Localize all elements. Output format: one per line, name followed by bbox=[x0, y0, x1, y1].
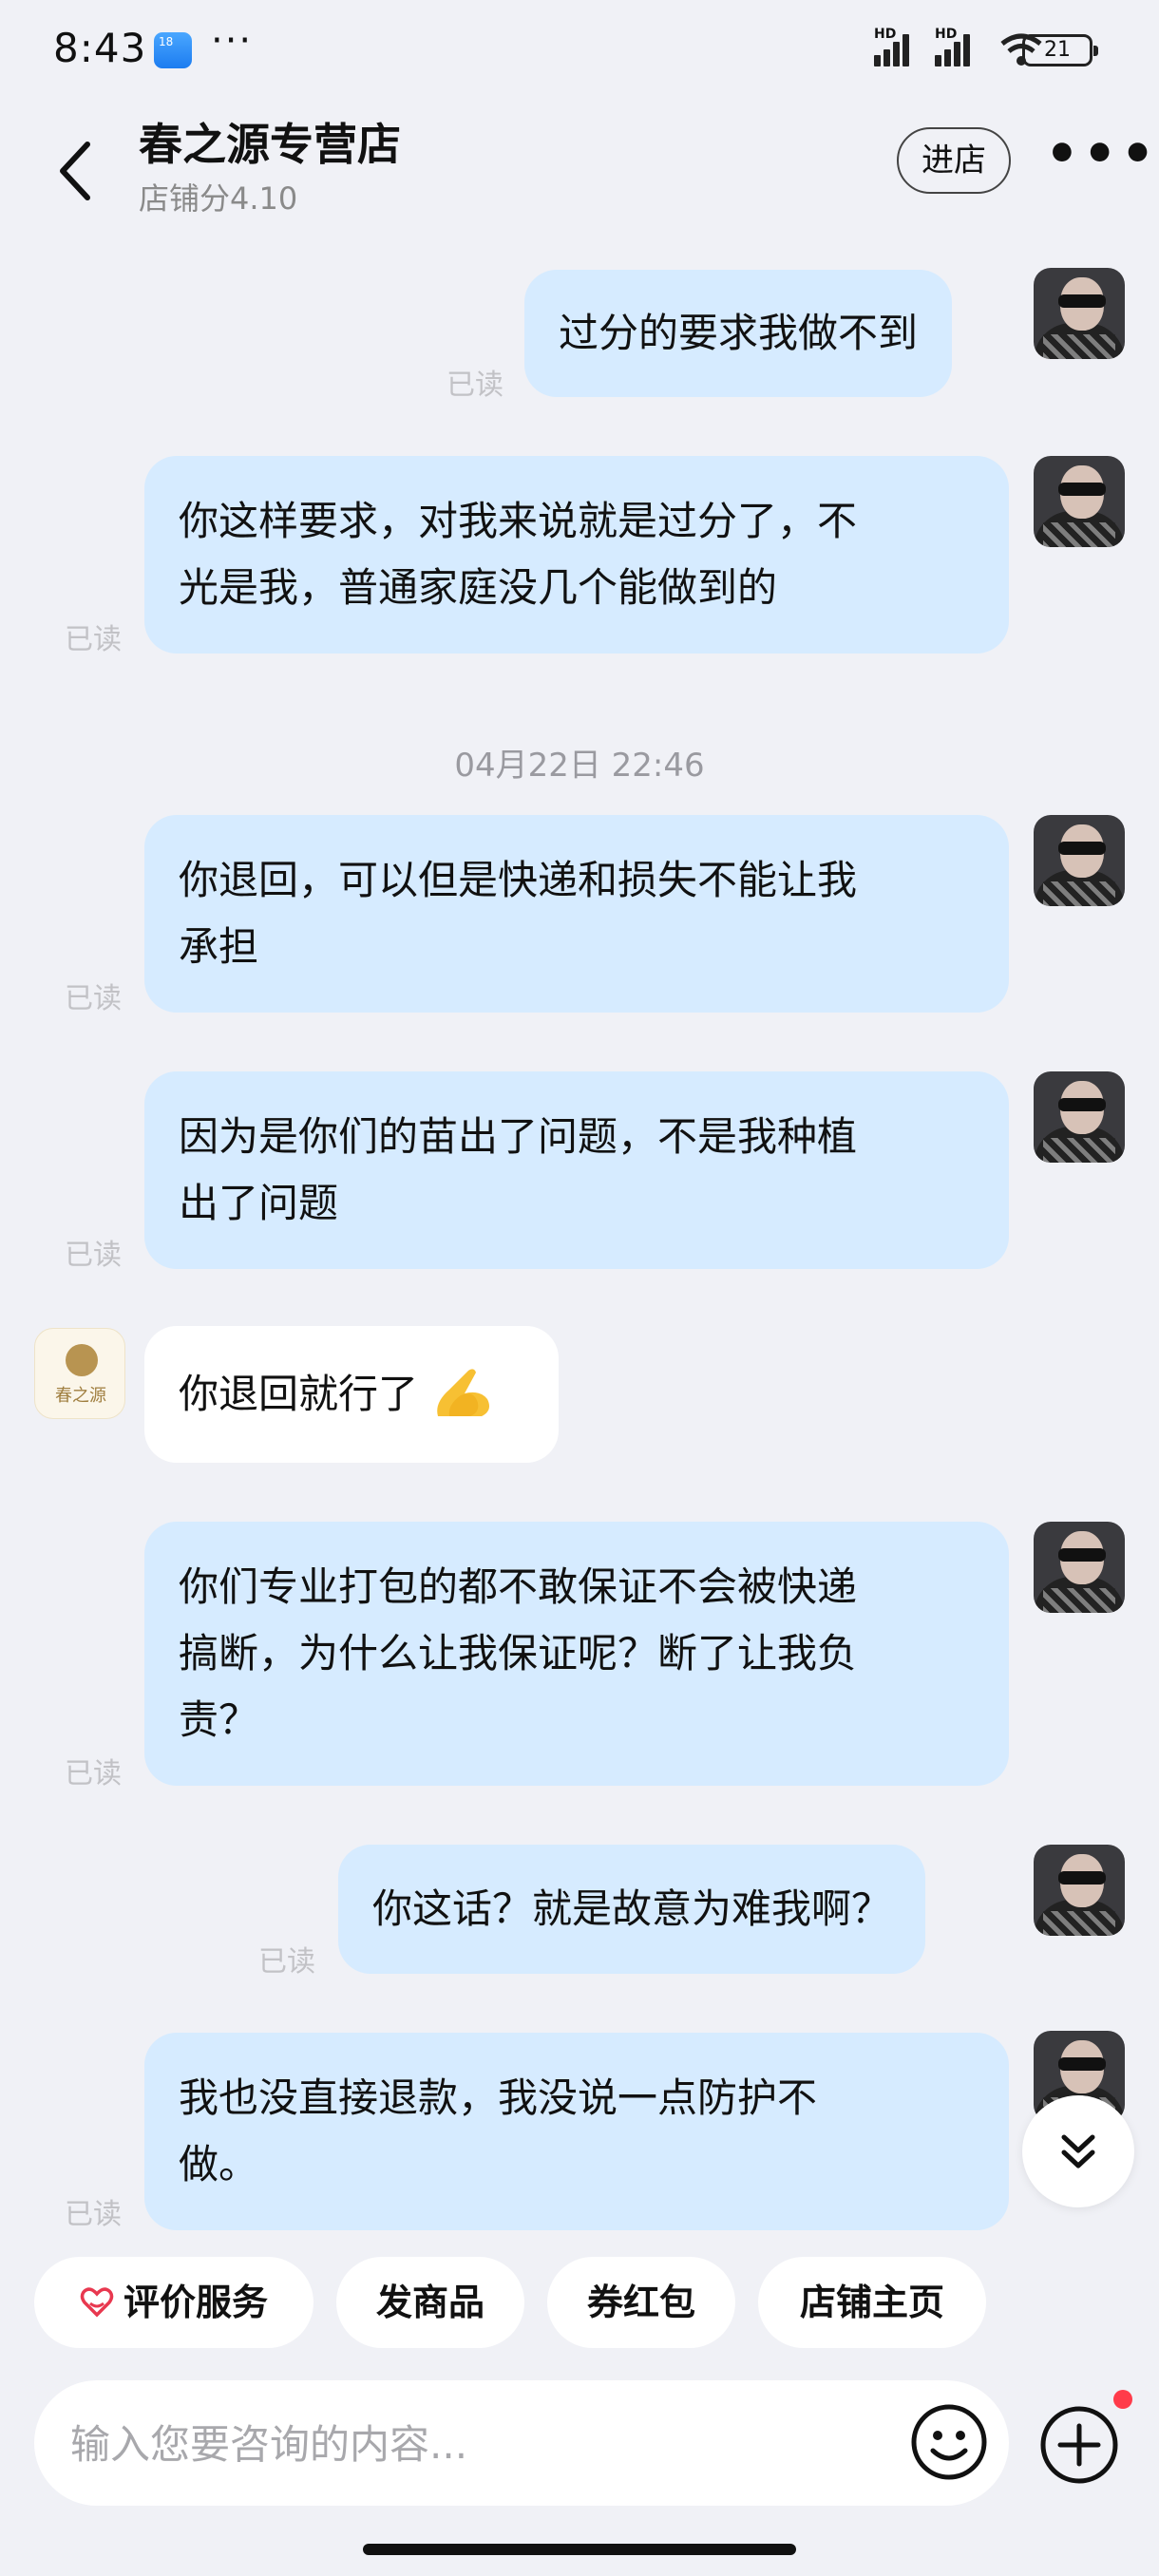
home-indicator[interactable] bbox=[363, 2544, 796, 2555]
status-bar: 8:43 18 ··· HD HD 21 bbox=[0, 0, 1159, 104]
message-text: 我也没直接退款，我没说一点防护不 bbox=[179, 2074, 818, 2121]
signal-icon: HD bbox=[874, 27, 922, 66]
store-home-chip[interactable]: 店铺主页 bbox=[758, 2257, 986, 2348]
user-avatar[interactable] bbox=[1034, 456, 1125, 547]
chip-label: 券红包 bbox=[586, 2282, 695, 2323]
plus-icon[interactable] bbox=[1037, 2403, 1121, 2487]
status-time: 8:43 bbox=[53, 25, 147, 71]
user-avatar[interactable] bbox=[1034, 1845, 1125, 1936]
message-text: 搞断，为什么让我保证呢？断了让我负 bbox=[179, 1630, 858, 1676]
more-notifications-icon: ··· bbox=[211, 19, 254, 63]
message-text: 因为是你们的苗出了问题，不是我种植 bbox=[179, 1113, 858, 1160]
read-receipt: 已读 bbox=[65, 1757, 122, 1790]
read-receipt: 已读 bbox=[65, 982, 122, 1015]
message-text: 你这样要求，对我来说就是过分了，不 bbox=[179, 498, 858, 544]
read-receipt: 已读 bbox=[446, 369, 504, 402]
chat-bubble[interactable]: 我也没直接退款，我没说一点防护不 做。 bbox=[144, 2033, 1009, 2230]
read-receipt: 已读 bbox=[258, 1945, 315, 1979]
user-avatar[interactable] bbox=[1034, 815, 1125, 906]
rate-service-chip[interactable]: 评价服务 bbox=[34, 2257, 314, 2348]
chat-bubble[interactable]: 你们专业打包的都不敢保证不会被快递 搞断，为什么让我保证呢？断了让我负 责？ bbox=[144, 1522, 1009, 1786]
message-input[interactable]: 输入您要咨询的内容... bbox=[34, 2380, 1009, 2506]
chat-header: 春之源专营店 店铺分4.10 进店 ••• bbox=[0, 104, 1159, 237]
praying-hands-emoji-icon bbox=[437, 1368, 490, 1416]
heart-icon bbox=[80, 2286, 114, 2317]
chat-bubble[interactable]: 你这话？就是故意为难我啊？ bbox=[338, 1845, 926, 1974]
message-text: 你们专业打包的都不敢保证不会被快递 bbox=[179, 1563, 858, 1610]
battery-icon: 21 bbox=[1022, 34, 1098, 66]
signal-icon: HD bbox=[935, 27, 982, 66]
chip-label: 店铺主页 bbox=[799, 2282, 944, 2323]
weather-notification-icon: 18 bbox=[154, 32, 192, 68]
chat-bubble[interactable]: 你退回就行了 bbox=[144, 1326, 559, 1463]
read-receipt: 已读 bbox=[65, 623, 122, 656]
message-text: 光是我，普通家庭没几个能做到的 bbox=[179, 564, 778, 611]
shop-avatar-text: 春之源 bbox=[55, 1386, 106, 1406]
chat-timestamp: 04月22日 22:46 bbox=[454, 747, 705, 785]
input-placeholder: 输入您要咨询的内容... bbox=[70, 2421, 468, 2468]
message-text: 你退回就行了 bbox=[179, 1371, 419, 1417]
user-avatar[interactable] bbox=[1034, 1071, 1125, 1163]
message-text: 承担 bbox=[179, 923, 259, 970]
shop-avatar[interactable]: 春之源 bbox=[34, 1328, 125, 1419]
shop-score: 店铺分4.10 bbox=[139, 180, 298, 217]
chip-label: 评价服务 bbox=[123, 2282, 268, 2323]
coupon-chip[interactable]: 券红包 bbox=[547, 2257, 735, 2348]
chat-bubble[interactable]: 因为是你们的苗出了问题，不是我种植 出了问题 bbox=[144, 1071, 1009, 1269]
chat-bubble[interactable]: 你这样要求，对我来说就是过分了，不 光是我，普通家庭没几个能做到的 bbox=[144, 456, 1009, 653]
double-chevron-down-icon bbox=[1061, 2134, 1095, 2169]
message-text: 出了问题 bbox=[179, 1180, 339, 1226]
user-avatar[interactable] bbox=[1034, 268, 1125, 359]
chip-label: 发商品 bbox=[375, 2282, 484, 2323]
enter-store-button[interactable]: 进店 bbox=[897, 127, 1011, 194]
user-avatar[interactable] bbox=[1034, 1522, 1125, 1613]
notification-dot bbox=[1113, 2390, 1132, 2409]
more-options-icon[interactable]: ••• bbox=[1045, 128, 1154, 181]
emoji-icon[interactable] bbox=[908, 2401, 990, 2483]
message-text: 你这话？就是故意为难我啊？ bbox=[372, 1885, 892, 1932]
chat-bubble[interactable]: 你退回，可以但是快递和损失不能让我 承担 bbox=[144, 815, 1009, 1013]
chat-bubble[interactable]: 过分的要求我做不到 bbox=[524, 270, 953, 397]
read-receipt: 已读 bbox=[65, 2198, 122, 2231]
message-text: 你退回，可以但是快递和损失不能让我 bbox=[179, 857, 858, 903]
message-text: 责？ bbox=[179, 1696, 259, 1743]
shop-name: 春之源专营店 bbox=[139, 119, 401, 170]
scroll-to-bottom-button[interactable] bbox=[1022, 2095, 1134, 2207]
send-product-chip[interactable]: 发商品 bbox=[336, 2257, 524, 2348]
back-arrow-icon[interactable] bbox=[49, 133, 106, 209]
message-text: 过分的要求我做不到 bbox=[559, 310, 919, 356]
message-text: 做。 bbox=[179, 2141, 259, 2188]
read-receipt: 已读 bbox=[65, 1239, 122, 1272]
